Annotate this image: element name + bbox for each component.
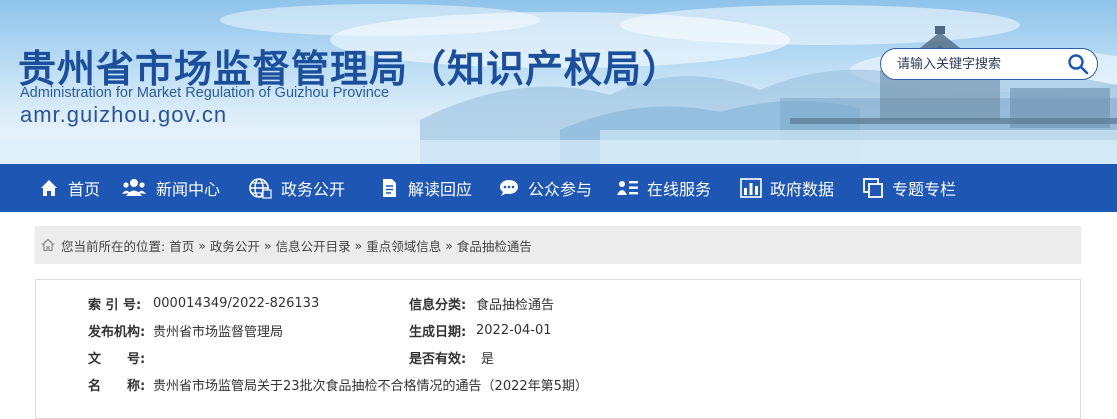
category-value: 食品抽检通告: [476, 297, 555, 313]
home-icon: [41, 238, 55, 252]
document-info-table: 索 引 号: 000014349/2022-826133 信息分类: 食品抽检通…: [35, 279, 1081, 419]
category-label: 信息分类:: [409, 297, 467, 313]
nav-label: 政务公开: [281, 180, 346, 199]
user-list-icon: [617, 181, 638, 195]
breadcrumb-link-food-inspection[interactable]: 食品抽检通告: [457, 236, 532, 255]
window-icon: [863, 178, 883, 198]
bar-chart-icon: [740, 178, 762, 198]
name-label: 名 称:: [88, 378, 146, 394]
nav-label: 解读回应: [408, 180, 473, 199]
site-url[interactable]: amr.guizhou.gov.cn: [20, 102, 227, 128]
nav-label: 政府数据: [770, 180, 835, 199]
publisher-label: 发布机构:: [88, 324, 146, 340]
nav-item-news[interactable]: 新闻中心: [120, 164, 220, 212]
info-row-name: 名 称: 贵州省市场监管局关于23批次食品抽检不合格情况的通告（2022年第5期…: [36, 371, 1080, 397]
info-row-index: 索 引 号: 000014349/2022-826133 信息分类: 食品抽检通…: [36, 290, 1080, 316]
date-label: 生成日期:: [409, 324, 467, 340]
site-subtitle: Administration for Market Regulation of …: [20, 85, 390, 101]
index-label: 索 引 号:: [88, 297, 142, 313]
nav-label: 新闻中心: [156, 180, 221, 199]
breadcrumb-link-home[interactable]: 首页: [169, 236, 194, 255]
breadcrumb: 您当前所在的位置: 首页 » 政务公开 » 信息公开目录 » 重点领域信息 » …: [35, 226, 1081, 264]
nav-item-online-service[interactable]: 在线服务: [617, 164, 711, 212]
breadcrumb-separator: »: [263, 237, 272, 253]
document-icon: [383, 179, 396, 197]
breadcrumb-separator: »: [445, 237, 453, 253]
breadcrumb-link-info-catalog[interactable]: 信息公开目录: [276, 236, 351, 255]
docno-label: 文 号:: [88, 351, 146, 367]
nav-item-government-affairs[interactable]: 政务公开: [247, 164, 345, 212]
search-icon[interactable]: [1067, 53, 1089, 75]
valid-value: 是: [481, 351, 495, 367]
globe-icon: [249, 178, 272, 199]
breadcrumb-prefix: 您当前所在的位置:: [61, 238, 166, 254]
people-icon: [122, 179, 146, 196]
nav-item-government-data[interactable]: 政府数据: [740, 164, 834, 212]
nav-item-public-participation[interactable]: 公众参与: [498, 164, 592, 212]
name-value: 贵州省市场监管局关于23批次食品抽检不合格情况的通告（2022年第5期）: [153, 378, 588, 394]
search-box: [880, 48, 1098, 80]
nav-label: 专题专栏: [892, 180, 957, 199]
chat-icon: [500, 180, 518, 196]
date-value: 2022-04-01: [476, 322, 552, 338]
breadcrumb-link-government-affairs[interactable]: 政务公开: [210, 236, 260, 255]
nav-label: 在线服务: [647, 180, 712, 199]
nav-item-home[interactable]: 首页: [38, 164, 100, 212]
publisher-value: 贵州省市场监督管理局: [153, 324, 284, 340]
breadcrumb-separator: »: [354, 237, 363, 253]
nav-item-special-topics[interactable]: 专题专栏: [862, 164, 956, 212]
info-row-publisher: 发布机构: 贵州省市场监督管理局 生成日期: 2022-04-01: [36, 317, 1080, 343]
search-input[interactable]: [897, 54, 1057, 74]
main-nav: 首页 新闻中心 政务公开 解读回应 公众参与 在线服务 政府数据 专题专栏: [0, 164, 1117, 212]
nav-item-interpretation[interactable]: 解读回应: [378, 164, 472, 212]
info-row-docno: 文 号: 是否有效: 是: [36, 344, 1080, 370]
header-banner: 贵州省市场监督管理局（知识产权局） Administration for Mar…: [0, 0, 1117, 164]
nav-label: 公众参与: [528, 180, 593, 199]
valid-label: 是否有效:: [409, 351, 467, 367]
nav-label: 首页: [68, 180, 101, 199]
index-value: 000014349/2022-826133: [153, 295, 320, 311]
breadcrumb-separator: »: [198, 237, 206, 253]
breadcrumb-link-key-areas[interactable]: 重点领域信息: [366, 236, 441, 255]
home-icon: [41, 180, 57, 196]
